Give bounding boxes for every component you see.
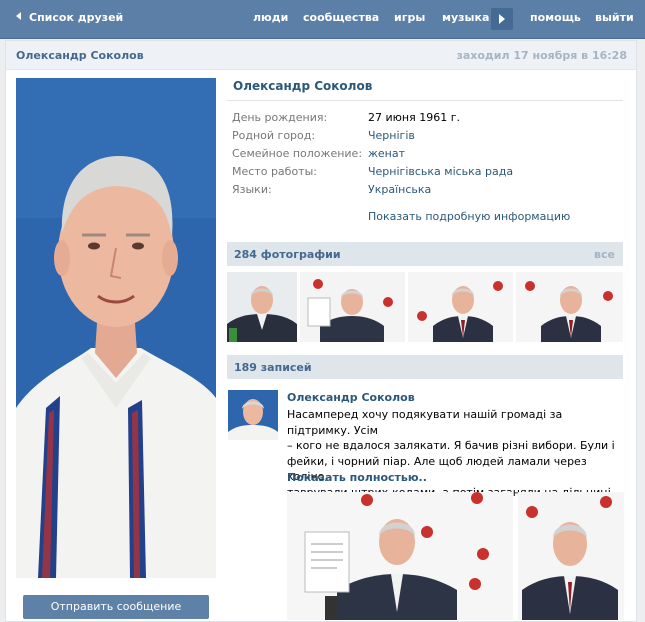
info-row-workplace: Место работы: Чернігівська міська рада	[232, 165, 622, 180]
show-detailed-info-link[interactable]: Показать подробную информацию	[368, 210, 570, 223]
post-text-line: – кого не вдалося залякати. Я бачив різн…	[287, 439, 615, 452]
profile-page: Олександр Соколов заходил 17 ноября в 16…	[5, 40, 637, 622]
nav-games[interactable]: игры	[394, 11, 425, 24]
post-text: Насамперед хочу подякувати нашій громаді…	[287, 407, 627, 500]
photo-thumb-image	[408, 272, 513, 342]
main-nav: люди сообщества игры музыка помощь выйти	[0, 11, 645, 27]
post-author-name[interactable]: Олександр Соколов	[287, 391, 415, 404]
nav-help[interactable]: помощь	[530, 11, 581, 24]
hometown-label: Родной город:	[232, 129, 316, 142]
post-author-avatar[interactable]	[228, 390, 278, 440]
profile-name: Олександр Соколов	[233, 79, 373, 93]
post-photo-image	[518, 492, 624, 620]
nav-logout[interactable]: выйти	[595, 11, 634, 24]
workplace-label: Место работы:	[232, 165, 317, 178]
wall-posts-count: 189 записей	[234, 361, 312, 374]
hometown-link[interactable]: Чернігів	[368, 129, 415, 142]
post-author-avatar-image	[228, 390, 278, 440]
info-row-hometown: Родной город: Чернігів	[232, 129, 622, 144]
profile-photo-illustration	[16, 78, 216, 578]
info-row-relationship: Семейное положение: женат	[232, 147, 622, 162]
photo-thumb-image	[227, 272, 297, 342]
languages-link[interactable]: Українська	[368, 183, 431, 196]
last-seen-status: заходил 17 ноября в 16:28	[456, 49, 627, 62]
info-row-birthday: День рождения: 27 июня 1961 г.	[232, 111, 622, 126]
photo-thumb-image	[516, 272, 623, 342]
profile-header: Олександр Соколов заходил 17 ноября в 16…	[6, 41, 636, 70]
show-full-post-link[interactable]: Показать полностью..	[287, 471, 427, 484]
profile-photo[interactable]	[16, 78, 216, 578]
photos-count: 284 фотографии	[234, 248, 341, 261]
send-message-button[interactable]: Отправить сообщение	[23, 595, 209, 619]
wall-section-header[interactable]: 189 записей	[227, 355, 623, 379]
workplace-link[interactable]: Чернігівська міська рада	[368, 165, 513, 178]
relationship-link[interactable]: женат	[368, 147, 405, 160]
nav-communities[interactable]: сообщества	[303, 11, 379, 24]
nav-more-button[interactable]	[491, 8, 513, 30]
post-text-line: Насамперед хочу подякувати нашій громаді…	[287, 408, 563, 437]
top-navigation-bar: Список друзей люди сообщества игры музык…	[0, 0, 645, 39]
info-row-languages: Языки: Українська	[232, 183, 622, 198]
nav-music[interactable]: музыка	[442, 11, 489, 24]
photo-thumb[interactable]	[408, 272, 513, 342]
photo-thumb[interactable]	[516, 272, 623, 342]
nav-people[interactable]: люди	[253, 11, 288, 24]
photos-all-link[interactable]: все	[594, 248, 615, 261]
post-photo-image	[287, 492, 513, 620]
play-arrow-icon	[499, 14, 505, 24]
languages-label: Языки:	[232, 183, 272, 196]
photo-thumb[interactable]	[300, 272, 405, 342]
photo-thumb-image	[300, 272, 405, 342]
post-photo[interactable]	[518, 492, 624, 620]
birthday-value: 27 июня 1961 г.	[368, 111, 460, 124]
photos-section-header[interactable]: 284 фотографии все	[227, 242, 623, 266]
post-photo[interactable]	[287, 492, 513, 620]
birthday-label: День рождения:	[232, 111, 328, 124]
header-profile-name: Олександр Соколов	[16, 49, 144, 62]
profile-divider	[227, 100, 623, 101]
photo-thumb[interactable]	[227, 272, 297, 342]
relationship-label: Семейное положение:	[232, 147, 363, 160]
